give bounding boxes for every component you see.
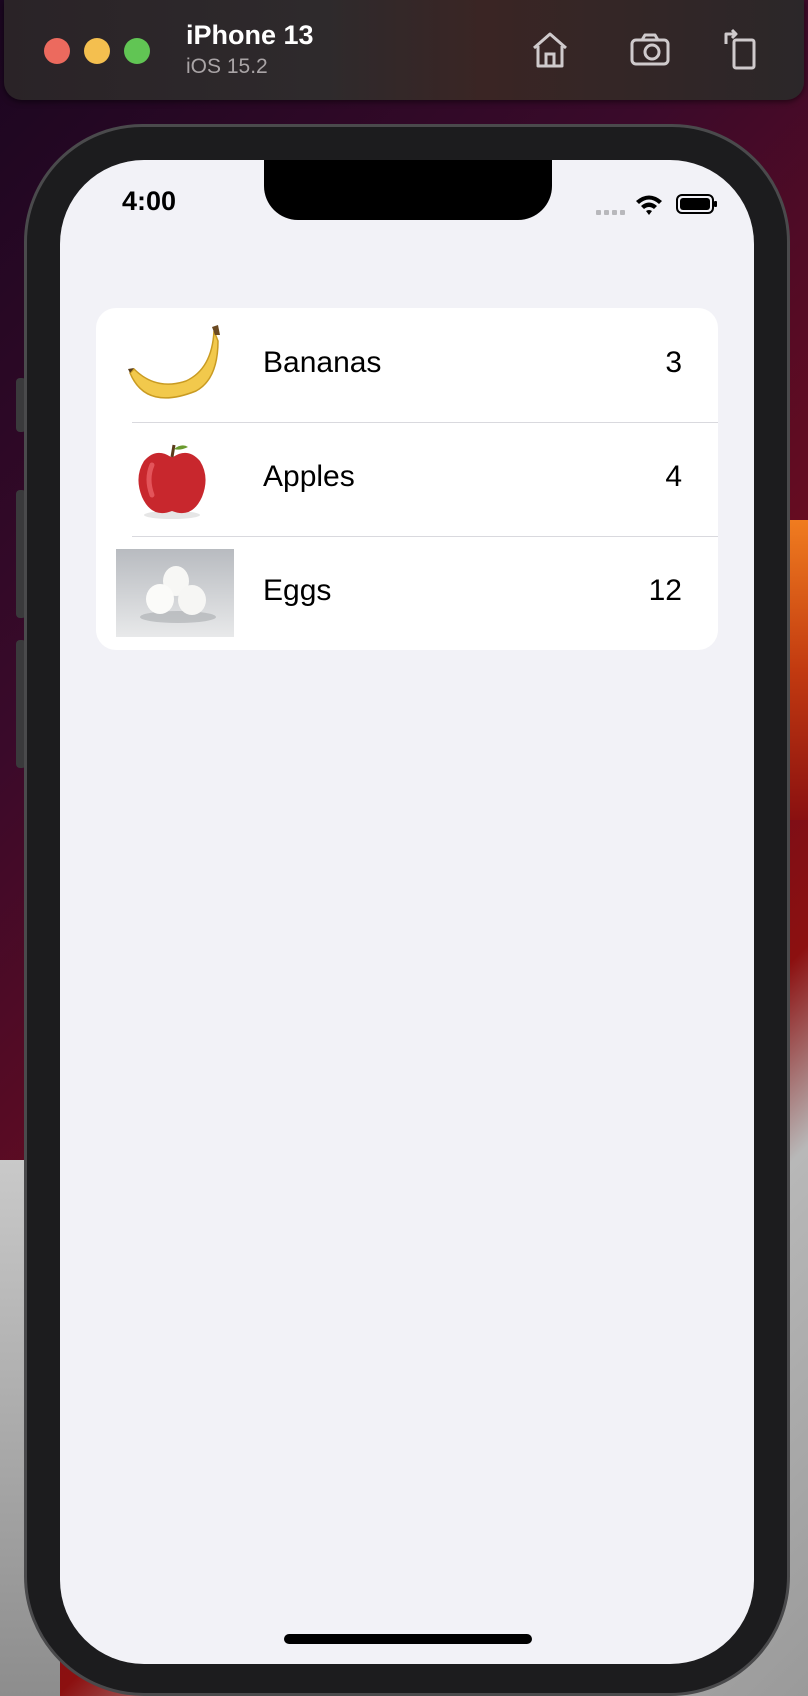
rotate-icon: [724, 28, 756, 70]
minimize-window-button[interactable]: [84, 38, 110, 64]
camera-icon: [630, 33, 670, 66]
item-name: Apples: [263, 460, 355, 493]
item-name: Bananas: [263, 346, 382, 379]
close-window-button[interactable]: [44, 38, 70, 64]
zoom-window-button[interactable]: [124, 38, 150, 64]
list-item[interactable]: Bananas 3: [96, 308, 718, 422]
item-count: 4: [665, 460, 682, 493]
notch: [264, 160, 552, 220]
device-name: iPhone 13: [186, 20, 314, 50]
home-button[interactable]: [526, 26, 574, 74]
item-count: 12: [648, 574, 682, 607]
grocery-list: Bananas 3 Apples 4 Eggs 12: [96, 308, 718, 650]
home-indicator[interactable]: [284, 1634, 532, 1644]
item-count: 3: [665, 346, 682, 379]
status-time: 4:00: [122, 186, 177, 216]
screenshot-button[interactable]: [626, 26, 674, 74]
rotate-button[interactable]: [718, 26, 766, 74]
phone-screen: 4:00 Bananas 3 Apples 4 Eggs 12: [60, 160, 754, 1664]
simulator-toolbar: iPhone 13 iOS 15.2: [4, 0, 804, 100]
home-icon: [533, 32, 567, 68]
item-name: Eggs: [263, 574, 332, 607]
battery-icon: [676, 194, 717, 214]
cellular-signal-icon: [596, 210, 625, 215]
os-version: iOS 15.2: [186, 55, 268, 78]
list-item[interactable]: Apples 4: [96, 422, 718, 536]
banana-image: [116, 321, 234, 409]
eggs-image: [116, 549, 234, 637]
list-item[interactable]: Eggs 12: [96, 536, 718, 650]
wifi-icon: [636, 195, 662, 215]
apple-image: [116, 435, 234, 523]
